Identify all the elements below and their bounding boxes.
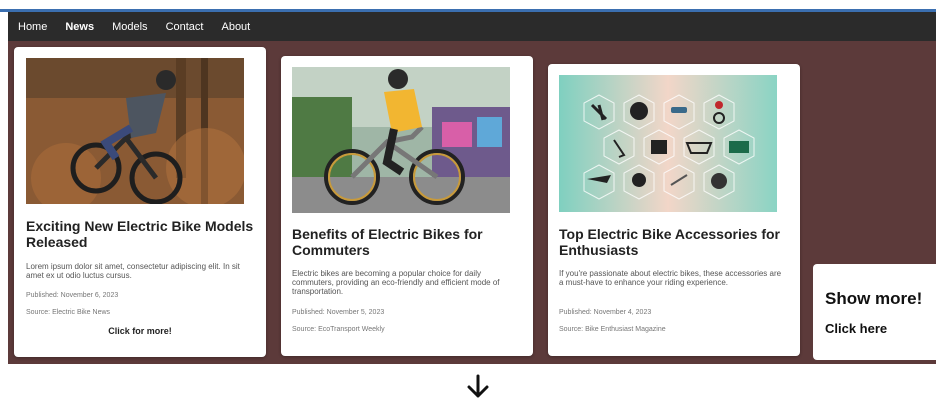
news-card-3-description: If you're passionate about electric bike… [559, 269, 782, 287]
news-card-3-source: Source: Bike Enthusiast Magazine [559, 326, 666, 333]
news-card-1-description: Lorem ipsum dolor sit amet, consectetur … [26, 262, 240, 280]
nav-home[interactable]: Home [18, 21, 47, 33]
news-card-1-title: Exciting New Electric Bike Models Releas… [26, 218, 254, 250]
news-card-2-image [292, 67, 510, 213]
nav-news[interactable]: News [65, 21, 94, 33]
top-nav: Home News Models Contact About [8, 12, 936, 41]
show-more-panel: Show more! Click here [813, 264, 936, 360]
news-card-1-published: Published: November 6, 2023 [26, 292, 119, 299]
news-card-2-title: Benefits of Electric Bikes for Commuters [292, 226, 483, 258]
news-card-2-description: Electric bikes are becoming a popular ch… [292, 269, 500, 296]
news-card-1-click-for-more[interactable]: Click for more! [14, 326, 266, 336]
news-card-1: Exciting New Electric Bike Models Releas… [14, 47, 266, 357]
show-more-link[interactable]: Click here [825, 321, 887, 336]
arrow-down-icon[interactable] [466, 374, 490, 405]
news-card-1-image [26, 58, 244, 204]
news-card-2-published: Published: November 5, 2023 [292, 309, 385, 316]
nav-models[interactable]: Models [112, 21, 147, 33]
news-card-3-published: Published: November 4, 2023 [559, 309, 652, 316]
news-card-3-title: Top Electric Bike Accessories for Enthus… [559, 226, 780, 258]
news-card-2: Benefits of Electric Bikes for Commuters… [281, 56, 533, 356]
news-card-3-image [559, 75, 777, 212]
news-card-1-source: Source: Electric Bike News [26, 309, 111, 316]
nav-contact[interactable]: Contact [166, 21, 204, 33]
news-card-3: Top Electric Bike Accessories for Enthus… [548, 64, 800, 356]
news-card-2-source: Source: EcoTransport Weekly [292, 326, 385, 333]
show-more-title: Show more! [825, 289, 923, 308]
nav-about[interactable]: About [221, 21, 250, 33]
